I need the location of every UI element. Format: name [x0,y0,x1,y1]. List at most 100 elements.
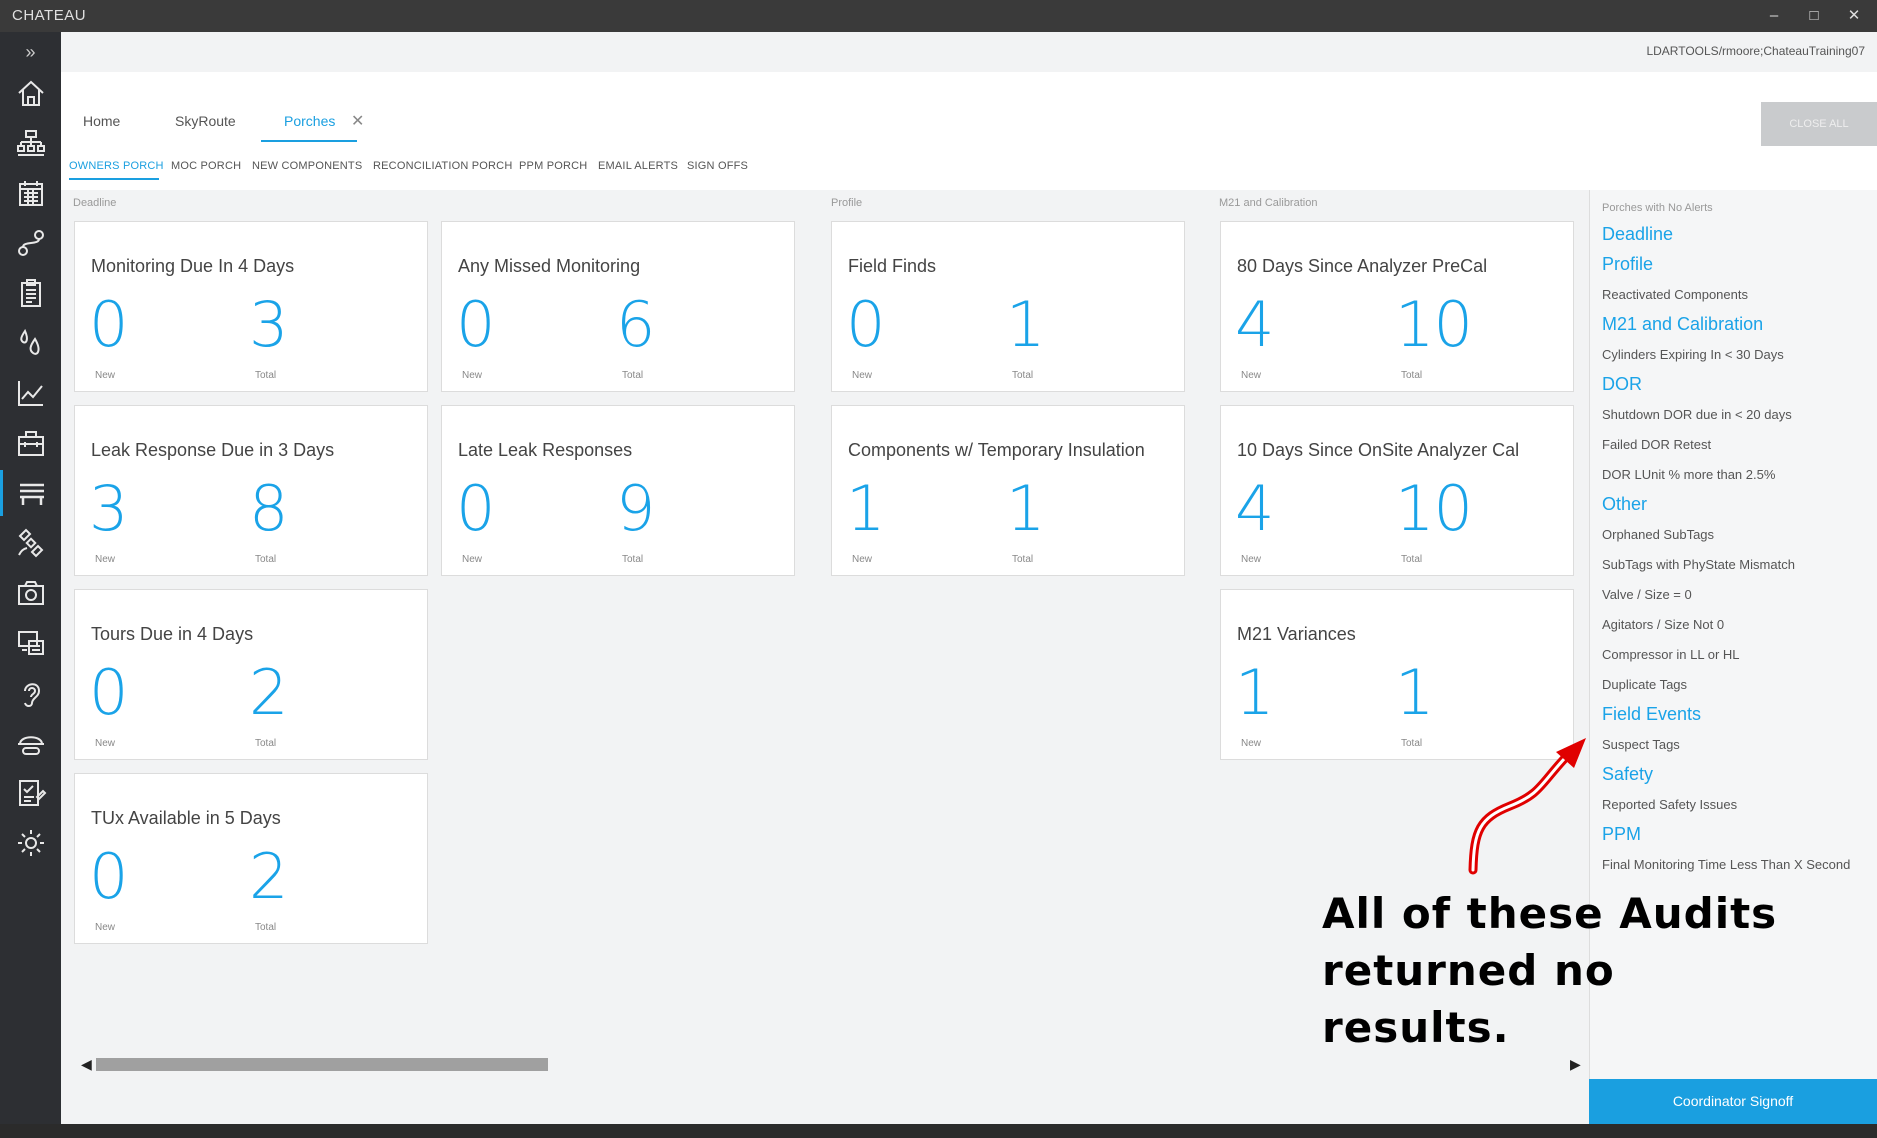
card-total-label: Total [1401,554,1423,565]
no-alert-category[interactable]: M21 and Calibration [1602,314,1763,335]
card-total-count: 2 [249,840,288,913]
nav-camera[interactable] [0,570,61,616]
nav-route[interactable] [0,220,61,266]
no-alert-audit[interactable]: Valve / Size = 0 [1602,587,1692,602]
nav-settings[interactable] [0,820,61,866]
card-total-label: Total [1401,370,1423,381]
camera-icon [17,581,44,605]
subtab-moc-porch[interactable]: MOC PORCH [171,160,241,172]
no-alert-category[interactable]: DOR [1602,374,1642,395]
no-alert-audit[interactable]: DOR LUnit % more than 2.5% [1602,467,1775,482]
nav-clipboard[interactable] [0,270,61,316]
card-temporary-insulation[interactable]: Components w/ Temporary Insulation 1 1 N… [831,405,1185,576]
card-missed-monitoring[interactable]: Any Missed Monitoring 0 6 New Total [441,221,795,392]
nav-monitor[interactable] [0,620,61,666]
no-alert-audit[interactable]: SubTags with PhyState Mismatch [1602,557,1795,572]
subtab-reconciliation-porch[interactable]: RECONCILIATION PORCH [373,160,512,172]
card-title: Field Finds [848,256,937,276]
subtab-new-components[interactable]: NEW COMPONENTS [252,160,362,172]
callout-line: All of these Audits [1322,889,1778,938]
card-onsite-analyzer-cal[interactable]: 10 Days Since OnSite Analyzer Cal 4 10 N… [1220,405,1574,576]
subtab-email-alerts[interactable]: EMAIL ALERTS [598,160,678,172]
bottom-bar [0,1124,1877,1138]
no-alert-category[interactable]: Profile [1602,254,1653,275]
card-new-count: 1 [1235,656,1274,729]
no-alert-audit[interactable]: Cylinders Expiring In < 30 Days [1602,347,1784,362]
expand-nav-button[interactable]: » [0,34,61,70]
nav-droplets[interactable] [0,320,61,366]
nav-satellite[interactable] [0,520,61,566]
scrollbar-thumb[interactable] [96,1058,548,1071]
card-field-finds[interactable]: Field Finds 0 1 New Total [831,221,1185,392]
no-alert-category[interactable]: Deadline [1602,224,1673,245]
coordinator-signoff-button[interactable]: Coordinator Signoff [1589,1079,1877,1124]
checklist-icon [18,780,46,806]
no-alert-category[interactable]: Other [1602,494,1647,515]
no-alert-category[interactable]: PPM [1602,824,1641,845]
no-alert-audit[interactable]: Agitators / Size Not 0 [1602,617,1724,632]
close-tab-icon[interactable]: ✕ [351,111,364,131]
tab-skyroute[interactable]: SkyRoute [175,113,236,129]
card-leak-response-due[interactable]: Leak Response Due in 3 Days 3 8 New Tota… [74,405,428,576]
maximize-button[interactable]: □ [1801,4,1827,28]
minimize-button[interactable]: – [1761,4,1787,28]
satellite-icon [17,528,43,558]
card-title: 10 Days Since OnSite Analyzer Cal [1237,440,1520,460]
subtab-sign-offs[interactable]: SIGN OFFS [687,160,748,172]
subtab-owners-porch[interactable]: OWNERS PORCH [69,160,164,172]
no-alert-audit[interactable]: Compressor in LL or HL [1602,647,1740,662]
card-new-label: New [1241,370,1262,381]
card-new-label: New [462,370,483,381]
card-tux-available[interactable]: TUx Available in 5 Days 0 2 New Total [74,773,428,944]
card-new-count: 4 [1235,472,1274,545]
title-bar: CHATEAU – □ ✕ [0,0,1877,32]
clipboard-icon [20,279,41,307]
tab-porches[interactable]: Porches [284,113,335,129]
no-alert-audit[interactable]: Failed DOR Retest [1602,437,1711,452]
card-analyzer-precal[interactable]: 80 Days Since Analyzer PreCal 4 10 New T… [1220,221,1574,392]
no-alert-audit[interactable]: Reported Safety Issues [1602,797,1737,812]
nav-calendar[interactable] [0,170,61,216]
no-alert-audit[interactable]: Shutdown DOR due in < 20 days [1602,407,1792,422]
no-alert-audit[interactable]: Final Monitoring Time Less Than X Second [1602,857,1850,872]
scroll-right-icon[interactable]: ▶ [1570,1056,1581,1073]
card-new-count: 4 [1235,288,1274,361]
annotation-callout: All of these Audits returned no results. [1322,885,1782,1056]
no-alert-audit[interactable]: Duplicate Tags [1602,677,1687,692]
section-m21: M21 and Calibration [1219,197,1318,209]
card-new-count: 0 [89,288,128,361]
nav-ear[interactable] [0,670,61,716]
close-button[interactable]: ✕ [1841,4,1867,28]
nav-safety[interactable] [0,720,61,766]
nav-home[interactable] [0,70,61,116]
no-alert-audit[interactable]: Orphaned SubTags [1602,527,1714,542]
card-tours-due[interactable]: Tours Due in 4 Days 0 2 New Total [74,589,428,760]
nav-checklist[interactable] [0,770,61,816]
nav-toolbox[interactable] [0,420,61,466]
card-total-count: 1 [1006,288,1045,361]
tab-home[interactable]: Home [83,113,120,129]
hardhat-icon [17,736,44,755]
app-title: CHATEAU [12,7,87,24]
tab-bar: Home SkyRoute Porches ✕ CLOSE ALL [61,72,1877,146]
nav-hierarchy[interactable] [0,120,61,166]
subtab-ppm-porch[interactable]: PPM PORCH [519,160,587,172]
close-all-button[interactable]: CLOSE ALL [1761,102,1877,146]
card-new-count: 3 [89,472,128,545]
card-late-leak-responses[interactable]: Late Leak Responses 0 9 New Total [441,405,795,576]
card-new-label: New [95,554,116,565]
nav-chart[interactable] [0,370,61,416]
card-new-label: New [462,554,483,565]
no-alert-category[interactable]: Safety [1602,764,1653,785]
scroll-left-icon[interactable]: ◀ [81,1056,92,1073]
card-total-count: 3 [249,288,288,361]
no-alert-category[interactable]: Field Events [1602,704,1701,725]
card-monitoring-due[interactable]: Monitoring Due In 4 Days 0 3 New Total [74,221,428,392]
no-alert-audit[interactable]: Reactivated Components [1602,287,1748,302]
callout-line: returned no [1322,946,1615,995]
no-alert-audit[interactable]: Suspect Tags [1602,737,1680,752]
card-total-count: 10 [1395,472,1473,545]
monitor-icon [17,631,44,655]
card-title: Any Missed Monitoring [458,256,641,276]
nav-porches[interactable] [0,470,61,516]
